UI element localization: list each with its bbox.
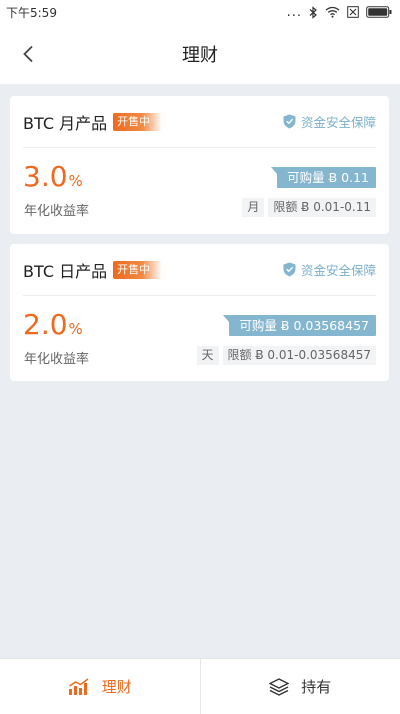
product-name: BTC 日产品 <box>23 261 108 281</box>
limit-chip: 限额 Ƀ 0.01-0.03568457 <box>222 346 376 365</box>
status-time: 下午5:59 <box>6 5 57 20</box>
page-title: 理财 <box>182 45 218 66</box>
available-tag: 可购量 Ƀ 0.11 <box>271 167 376 188</box>
limit-row: 天 限额 Ƀ 0.01-0.03568457 <box>196 346 376 365</box>
rate-label: 年化收益率 <box>24 204 90 219</box>
battery-icon <box>366 6 392 18</box>
period-chip: 月 <box>242 198 265 217</box>
rate-label: 年化收益率 <box>24 352 90 367</box>
more-dots: ... <box>286 4 302 20</box>
chevron-left-icon <box>23 45 33 63</box>
status-icons: ... <box>287 5 392 20</box>
fund-safety-label: 资金安全保障 <box>300 263 376 278</box>
on-sale-badge: 开售中 <box>113 112 163 131</box>
wifi-icon <box>325 6 340 18</box>
tab-holdings[interactable]: 持有 <box>199 659 400 714</box>
product-card-month[interactable]: BTC 月产品 开售中 资金安全保障 3.0 % 年化收益率 可购量 Ƀ 0.1… <box>10 96 389 234</box>
tab-bar: 理财 持有 <box>0 658 400 714</box>
fund-safety-label: 资金安全保障 <box>300 115 376 130</box>
tab-holdings-label: 持有 <box>301 678 332 696</box>
shield-icon <box>283 262 296 277</box>
available-tag: 可购量 Ƀ 0.03568457 <box>223 315 376 336</box>
tab-finance-label: 理财 <box>101 678 132 696</box>
fund-safety: 资金安全保障 <box>283 112 376 131</box>
card-header: BTC 月产品 开售中 资金安全保障 <box>23 96 376 148</box>
back-button[interactable] <box>14 40 42 68</box>
annual-rate: 3.0 % <box>23 162 83 192</box>
rate-value: 3.0 <box>23 160 68 193</box>
rate-value: 2.0 <box>23 308 68 341</box>
limit-row: 月 限额 Ƀ 0.01-0.11 <box>242 198 376 217</box>
card-header: BTC 日产品 开售中 资金安全保障 <box>23 244 376 296</box>
status-bar: 下午5:59 ... <box>0 0 400 24</box>
product-card-day[interactable]: BTC 日产品 开售中 资金安全保障 2.0 % 年化收益率 可购量 Ƀ 0.0… <box>10 244 389 381</box>
annual-rate: 2.0 % <box>23 310 83 340</box>
on-sale-badge: 开售中 <box>113 260 163 279</box>
fund-safety: 资金安全保障 <box>283 260 376 279</box>
nav-bar: 理财 <box>0 24 400 84</box>
limit-chip: 限额 Ƀ 0.01-0.11 <box>268 198 376 217</box>
tab-finance[interactable]: 理财 <box>0 659 200 714</box>
sim-off-icon <box>347 6 359 18</box>
layers-icon <box>269 677 290 696</box>
rate-unit: % <box>68 320 83 338</box>
bluetooth-icon <box>309 5 317 19</box>
shield-icon <box>283 114 296 129</box>
product-name: BTC 月产品 <box>23 113 108 133</box>
rate-unit: % <box>68 172 83 190</box>
bar-chart-icon <box>68 677 89 695</box>
period-chip: 天 <box>196 346 219 365</box>
